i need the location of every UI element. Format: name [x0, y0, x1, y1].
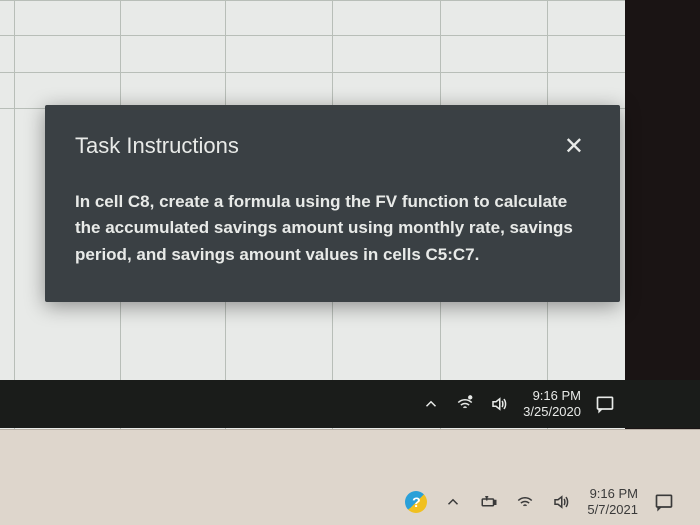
outer-clock-time: 9:16 PM [590, 486, 638, 502]
inner-clock-date: 3/25/2020 [523, 404, 581, 420]
svg-text:*: * [469, 395, 472, 403]
wifi-icon[interactable] [515, 492, 535, 512]
outer-taskbar: ? 9:16 PM 5/7/2021 [0, 429, 700, 525]
volume-icon[interactable] [489, 394, 509, 414]
modal-body-text: In cell C8, create a formula using the F… [75, 189, 590, 268]
chevron-up-icon[interactable] [421, 394, 441, 414]
inner-clock-time: 9:16 PM [533, 388, 581, 404]
volume-icon[interactable] [551, 492, 571, 512]
help-icon[interactable]: ? [405, 491, 427, 513]
wifi-icon[interactable]: * [455, 394, 475, 414]
inner-clock[interactable]: 9:16 PM 3/25/2020 [523, 388, 581, 421]
notification-icon[interactable] [654, 492, 674, 512]
outer-clock-date: 5/7/2021 [587, 502, 638, 518]
inner-taskbar: * 9:16 PM 3/25/2020 [0, 380, 700, 428]
task-instructions-modal: Task Instructions ✕ In cell C8, create a… [45, 105, 620, 302]
notification-icon[interactable] [595, 394, 615, 414]
outer-system-tray: ? 9:16 PM 5/7/2021 [405, 482, 674, 522]
outer-clock[interactable]: 9:16 PM 5/7/2021 [587, 486, 638, 519]
modal-header: Task Instructions ✕ [75, 133, 590, 161]
modal-title: Task Instructions [75, 133, 239, 159]
close-icon[interactable]: ✕ [558, 133, 590, 161]
chevron-up-icon[interactable] [443, 492, 463, 512]
battery-icon[interactable] [479, 492, 499, 512]
